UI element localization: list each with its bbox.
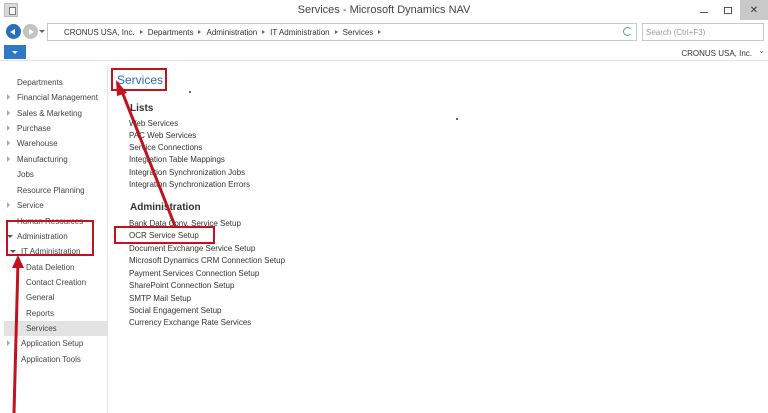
annotation-arrowhead-sidebar xyxy=(12,255,24,268)
annotation-arrow-to-sidebar xyxy=(12,261,20,413)
annotation-arrows xyxy=(12,80,177,413)
annotation-arrowhead-title xyxy=(116,80,127,96)
annotation-arrow-to-title xyxy=(119,88,177,227)
